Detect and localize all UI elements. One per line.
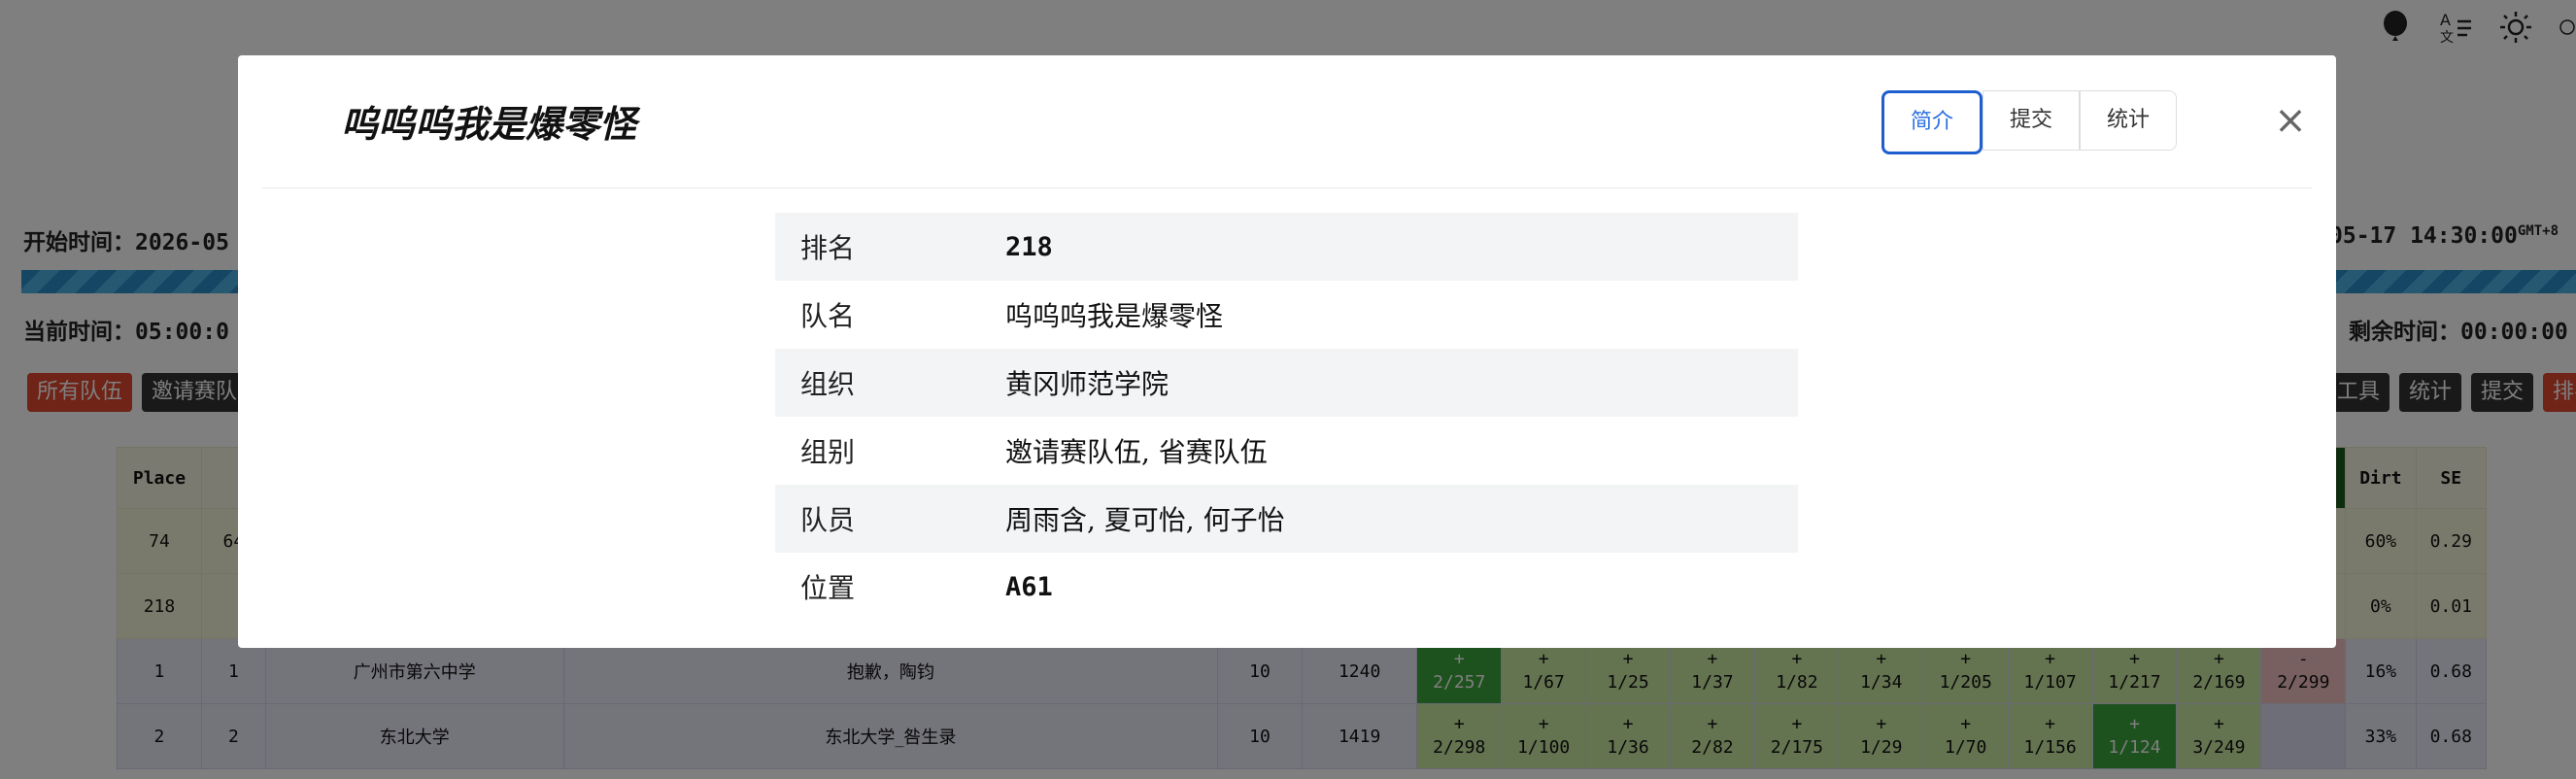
info-label: 队名 — [800, 300, 856, 332]
team-info-modal: 呜呜呜我是爆零怪 简介 提交 统计 × 排名 218 队名 呜呜呜我是爆零怪 组… — [238, 55, 2336, 648]
tab-submissions[interactable]: 提交 — [1983, 90, 2080, 151]
info-label: 排名 — [800, 232, 856, 264]
info-value: A61 — [1005, 571, 1053, 602]
info-label: 队员 — [800, 504, 856, 536]
info-value: 218 — [1005, 231, 1053, 262]
modal-tabs: 简介 提交 统计 — [1881, 90, 2177, 154]
info-label: 组织 — [800, 368, 856, 400]
info-row-location: 位置 A61 — [775, 553, 1798, 621]
info-value: 周雨含, 夏可怡, 何子怡 — [1005, 504, 1285, 536]
info-row-group: 组别 邀请赛队伍, 省赛队伍 — [775, 417, 1798, 485]
info-row-rank: 排名 218 — [775, 213, 1798, 281]
info-row-organization: 组织 黄冈师范学院 — [775, 349, 1798, 417]
info-value: 呜呜呜我是爆零怪 — [1005, 300, 1224, 332]
modal-divider — [262, 187, 2312, 188]
info-label: 位置 — [800, 572, 856, 604]
info-label: 组别 — [800, 436, 856, 468]
tab-intro[interactable]: 简介 — [1881, 90, 1983, 154]
info-row-members: 队员 周雨含, 夏可怡, 何子怡 — [775, 485, 1798, 553]
info-value: 黄冈师范学院 — [1005, 368, 1169, 400]
info-row-team-name: 队名 呜呜呜我是爆零怪 — [775, 281, 1798, 349]
info-value: 邀请赛队伍, 省赛队伍 — [1005, 436, 1268, 468]
tab-statistics[interactable]: 统计 — [2080, 90, 2177, 151]
team-info-table: 排名 218 队名 呜呜呜我是爆零怪 组织 黄冈师范学院 组别 邀请赛队伍, 省… — [775, 213, 1798, 621]
close-icon[interactable]: × — [2271, 101, 2310, 140]
modal-title: 呜呜呜我是爆零怪 — [341, 103, 637, 146]
